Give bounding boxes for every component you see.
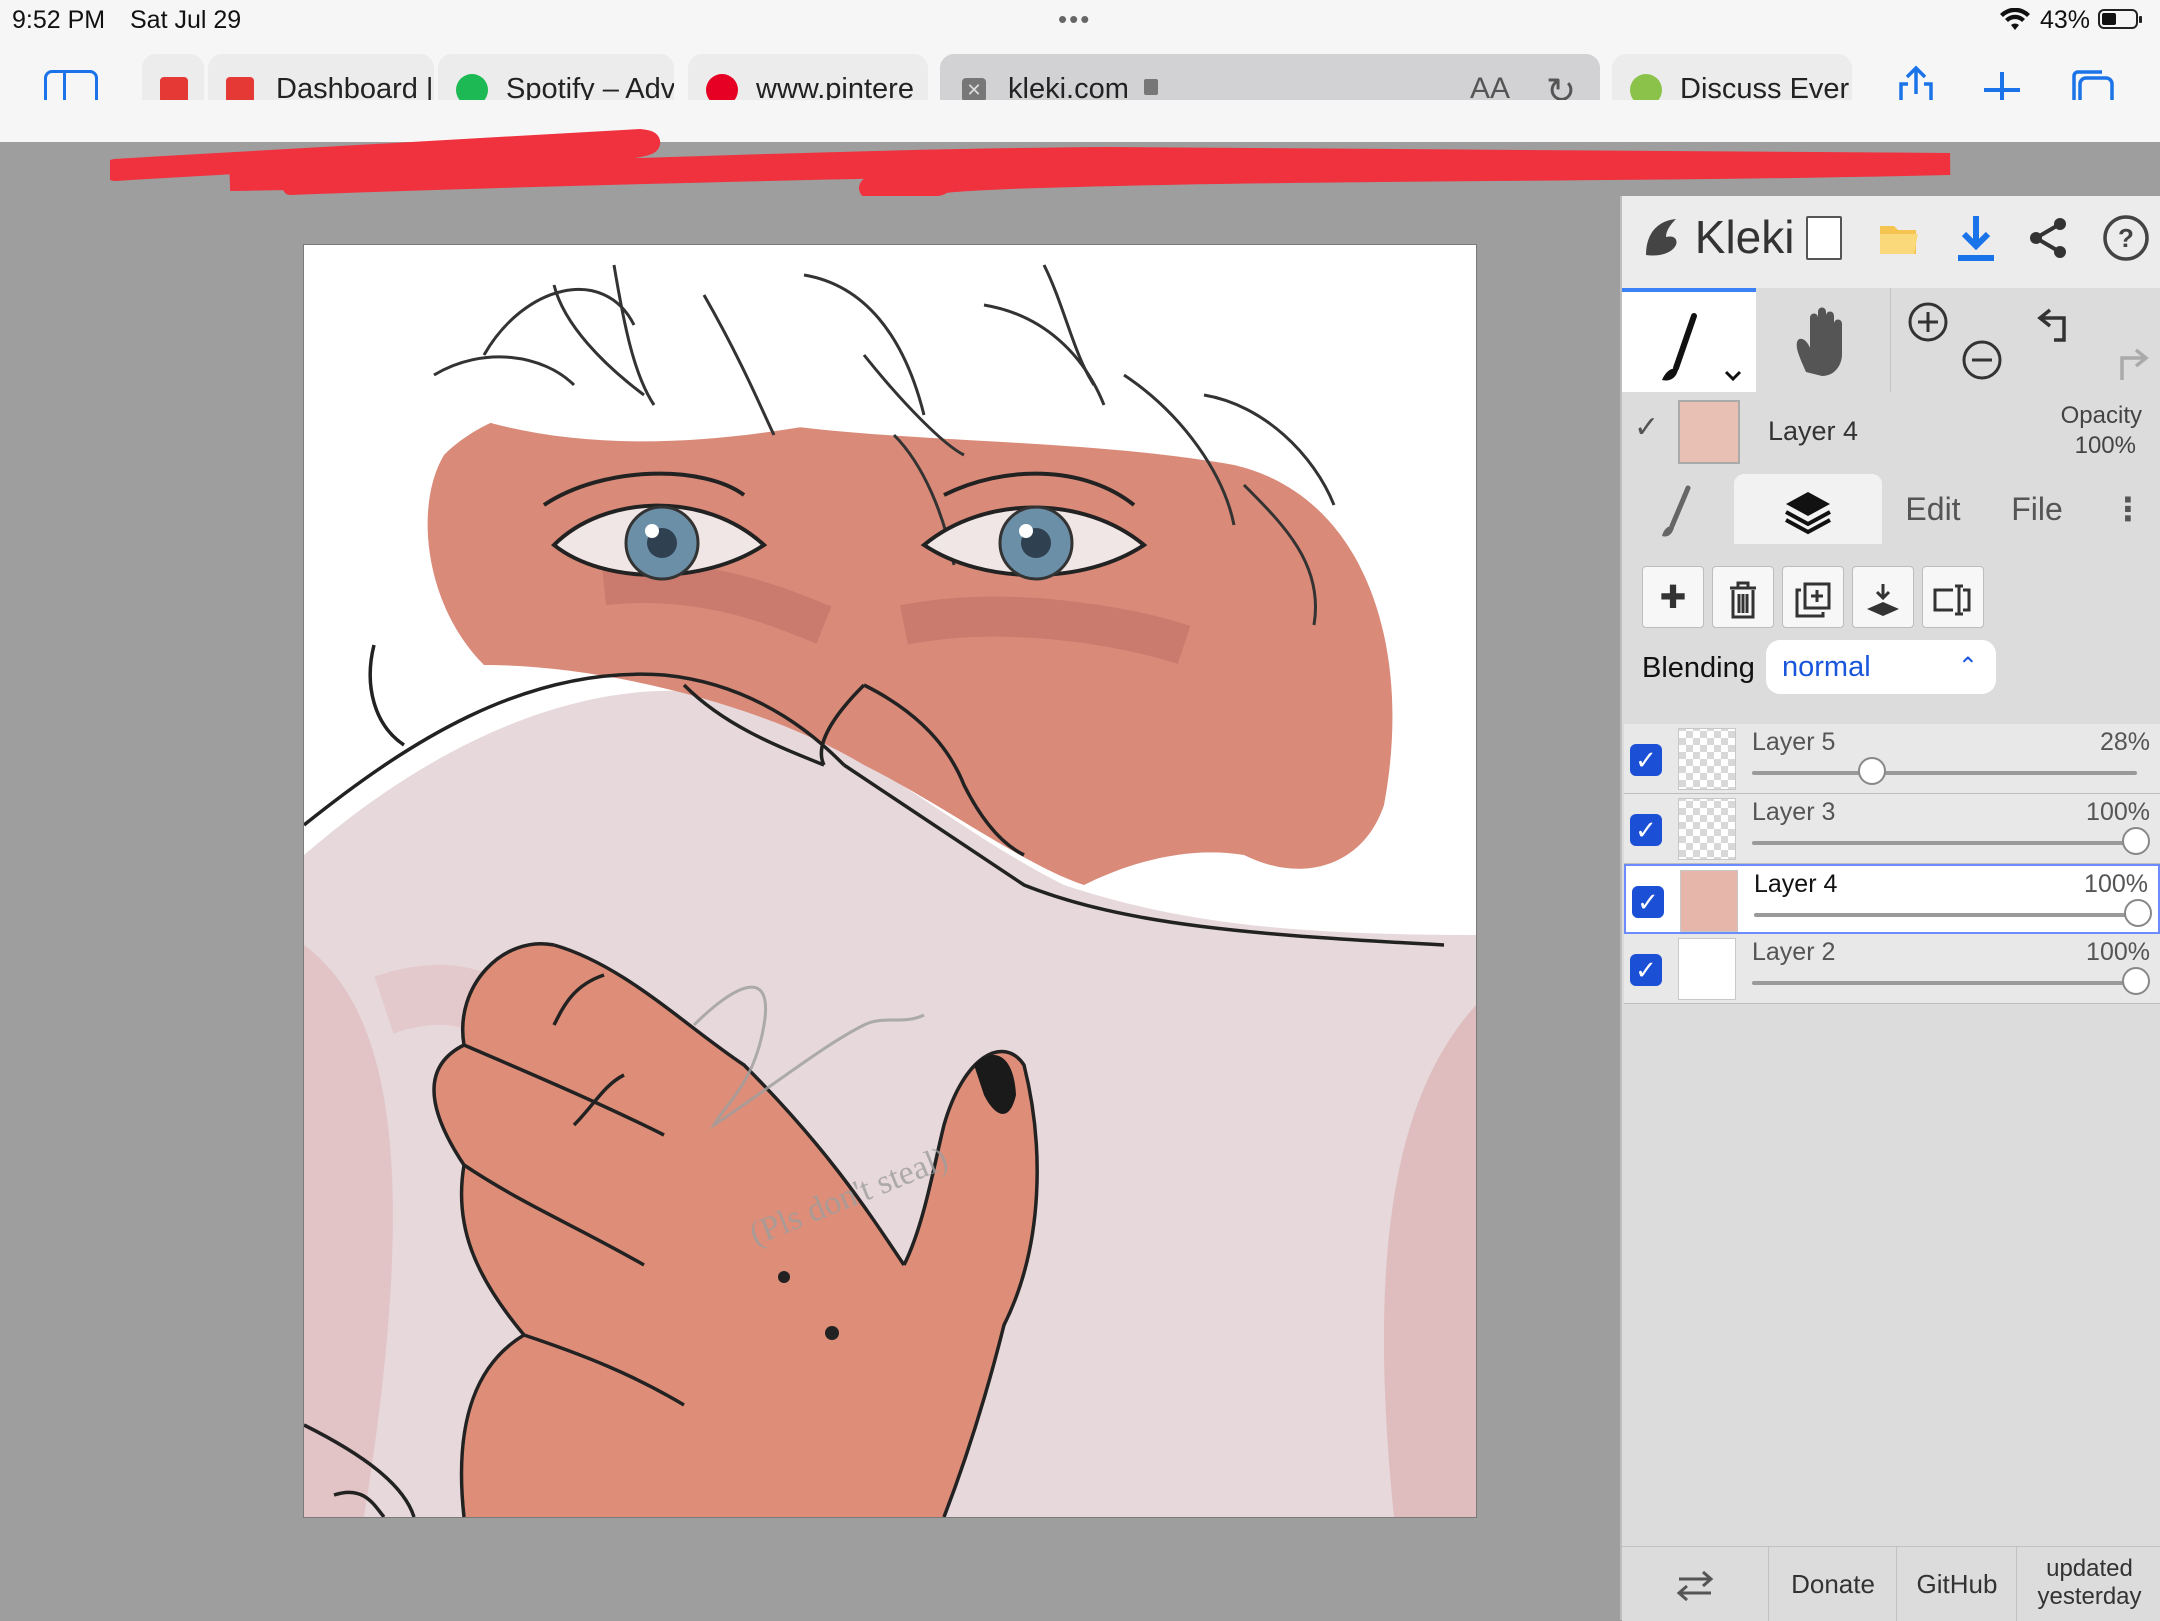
updown-chevron-icon: ⌃ xyxy=(1957,653,1978,680)
layer-opacity: 28% xyxy=(2099,728,2150,756)
current-layer-info: ✓ Layer 4 Opacity 100% xyxy=(1622,392,2160,464)
opacity-value: 100% xyxy=(2074,432,2136,459)
opacity-label: Opacity xyxy=(2060,402,2142,429)
layer-visibility-checkbox[interactable]: ✓ xyxy=(1630,814,1662,846)
kleki-logo-text: Kleki xyxy=(1694,211,1795,263)
undo-redo-tools xyxy=(2024,288,2158,392)
layers-icon xyxy=(1785,491,1831,534)
battery-percent: 43% xyxy=(2040,6,2091,34)
open-folder-icon[interactable] xyxy=(1878,218,1920,258)
share-network-icon[interactable] xyxy=(2028,216,2068,260)
zoom-in-icon[interactable] xyxy=(1908,302,1948,342)
kleki-logo-icon xyxy=(1646,219,1677,256)
opacity-slider-knob[interactable] xyxy=(1858,757,1886,785)
layer-name: Layer 4 xyxy=(1754,870,1838,898)
layer-thumbnail xyxy=(1678,938,1736,1000)
opacity-slider-knob[interactable] xyxy=(2122,967,2150,995)
blending-select[interactable]: normal ⌃ xyxy=(1766,640,1996,694)
updated-line-2: yesterday xyxy=(2037,1583,2142,1610)
current-layer-name: Layer 4 xyxy=(1768,416,1859,446)
wifi-icon xyxy=(2000,8,2030,30)
github-link[interactable]: GitHub xyxy=(1896,1547,2017,1621)
delete-layer-icon[interactable] xyxy=(1712,566,1774,628)
layer-row[interactable]: ✓ Layer 2 100% xyxy=(1624,934,2160,1004)
updated-line-1: updated xyxy=(2046,1555,2133,1582)
kleki-logo[interactable]: Kleki xyxy=(1642,210,1795,264)
status-time: 9:52 PM xyxy=(12,6,106,34)
donate-link[interactable]: Donate xyxy=(1768,1547,1897,1621)
download-icon[interactable] xyxy=(1956,214,1996,262)
layer-row[interactable]: ✓ Layer 3 100% xyxy=(1624,794,2160,864)
layer-thumbnail xyxy=(1678,798,1736,860)
hand-icon xyxy=(1796,307,1842,376)
status-date: Sat Jul 29 xyxy=(130,6,242,34)
duplicate-layer-icon[interactable] xyxy=(1782,566,1844,628)
hand-tool-button[interactable] xyxy=(1756,288,1891,392)
zoom-out-icon[interactable] xyxy=(1962,340,2002,380)
layer-name: Layer 3 xyxy=(1752,798,1836,826)
brush-tool-button[interactable] xyxy=(1622,288,1756,392)
help-icon[interactable]: ? xyxy=(2102,214,2150,262)
kleki-side-panel: Kleki ? ✓ Layer 4 Opacity 100% Edit File… xyxy=(1620,196,2160,1621)
tab-file[interactable]: File xyxy=(1970,474,2104,544)
brush-icon xyxy=(1662,313,1742,382)
layer-visibility-checkbox[interactable]: ✓ xyxy=(1632,886,1664,918)
battery-icon xyxy=(2098,9,2142,29)
layer-opacity: 100% xyxy=(2084,870,2148,898)
tab-brush-settings[interactable] xyxy=(1642,474,1712,544)
layer-row[interactable]: ✓ Layer 5 28% xyxy=(1624,724,2160,794)
drawing-artwork: (Pls don't steal) xyxy=(304,264,1476,1517)
swap-sides-icon[interactable] xyxy=(1622,1547,1768,1621)
close-tab-icon[interactable]: ✕ xyxy=(962,78,986,102)
checkmark-icon: ✓ xyxy=(1634,411,1660,444)
rename-layer-icon[interactable] xyxy=(1922,566,1984,628)
layer-opacity: 100% xyxy=(2086,798,2150,826)
layer-visibility-checkbox[interactable]: ✓ xyxy=(1630,744,1662,776)
brush-settings-icon xyxy=(1662,485,1691,537)
tool-row xyxy=(1622,288,2160,392)
layer-name: Layer 5 xyxy=(1752,728,1836,756)
panel-footer: Donate GitHub updated yesterday xyxy=(1622,1546,2160,1621)
redo-icon[interactable] xyxy=(2120,348,2149,380)
new-image-icon[interactable] xyxy=(1806,216,1842,260)
layer-opacity: 100% xyxy=(2086,938,2150,966)
panel-tabs: Edit File ⋮ xyxy=(1622,474,2160,544)
blending-value: normal xyxy=(1782,651,1871,683)
opacity-slider-track[interactable] xyxy=(1754,913,2139,917)
panel-header: Kleki ? xyxy=(1622,196,2160,288)
redaction-scribble xyxy=(110,128,1951,198)
svg-text:?: ? xyxy=(2118,223,2134,253)
lock-icon xyxy=(1144,79,1158,95)
drawing-canvas[interactable]: (Pls don't steal) xyxy=(303,244,1477,1518)
multitask-dots-icon[interactable]: ••• xyxy=(1058,4,1091,35)
changelog-link[interactable]: updated yesterday xyxy=(2016,1547,2160,1621)
opacity-slider-track[interactable] xyxy=(1752,841,2137,845)
layer-thumbnail xyxy=(1678,728,1736,790)
layer-thumbnail xyxy=(1680,870,1738,932)
more-menu-icon[interactable]: ⋮ xyxy=(2108,474,2148,544)
add-layer-icon[interactable]: ✚ xyxy=(1642,566,1704,628)
opacity-slider-knob[interactable] xyxy=(2124,899,2152,927)
blending-label: Blending xyxy=(1642,652,1755,684)
opacity-slider-track[interactable] xyxy=(1752,981,2137,985)
layer-row-selected[interactable]: ✓ Layer 4 100% xyxy=(1624,864,2160,934)
layer-name: Layer 2 xyxy=(1752,938,1836,966)
opacity-slider-knob[interactable] xyxy=(2122,827,2150,855)
opacity-slider-track[interactable] xyxy=(1752,771,2137,775)
current-layer-thumbnail xyxy=(1678,400,1740,464)
merge-down-icon[interactable] xyxy=(1852,566,1914,628)
status-bar: 9:52 PM Sat Jul 29 ••• 43% xyxy=(0,0,2160,40)
layer-visibility-checkbox[interactable]: ✓ xyxy=(1630,954,1662,986)
zoom-tools xyxy=(1890,288,2024,392)
undo-icon[interactable] xyxy=(2037,308,2066,342)
tab-layers[interactable] xyxy=(1734,474,1882,544)
